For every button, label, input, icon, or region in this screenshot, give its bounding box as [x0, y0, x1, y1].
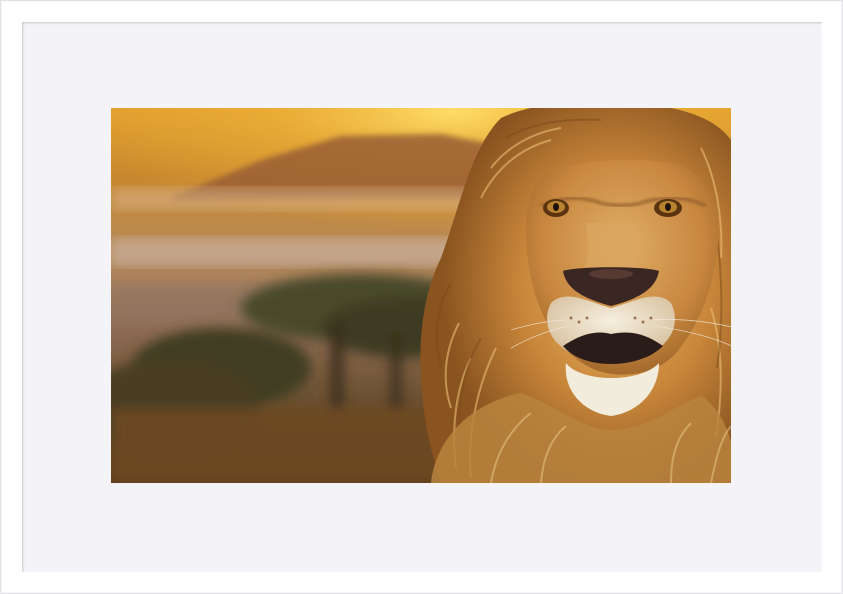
picture-frame — [0, 0, 843, 594]
nose-highlight — [589, 269, 633, 279]
lion-photo — [111, 108, 731, 483]
lion-photo-illustration — [111, 108, 731, 483]
right-eye — [654, 199, 682, 217]
left-eye — [543, 199, 569, 217]
